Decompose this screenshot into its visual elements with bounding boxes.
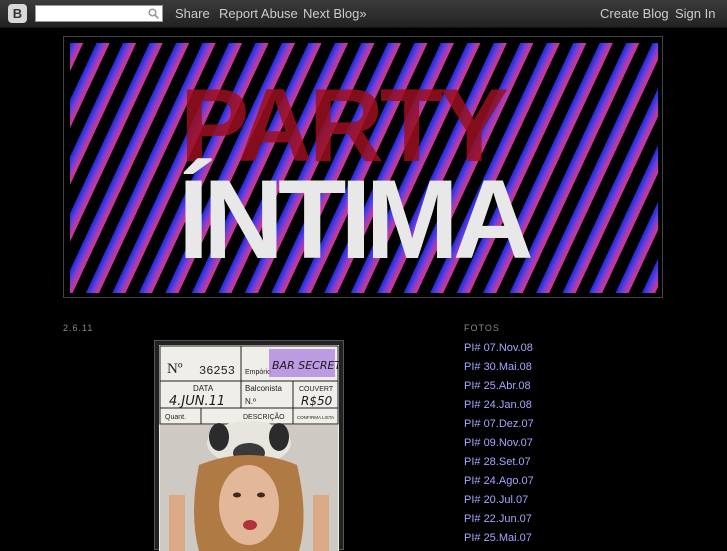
ticket-venue-label: Empório	[245, 369, 271, 376]
ticket-no-short-label: N.º	[245, 397, 256, 406]
sidebar-link[interactable]: PI# 28.Set.07	[464, 455, 534, 474]
search-icon[interactable]	[148, 8, 159, 19]
post-date-header: 2.6.11	[63, 323, 94, 333]
ticket-number: 36253	[199, 364, 235, 378]
ticket-couvert-label: COUVERT	[299, 386, 334, 393]
header-banner-image[interactable]: PARTY ÍNTIMA	[70, 43, 658, 293]
sidebar-link[interactable]: PI# 09.Nov.07	[464, 436, 534, 455]
sidebar-fotos-list: PI# 07.Nov.08 PI# 30.Mai.08 PI# 25.Abr.0…	[464, 341, 534, 550]
blogger-navbar: B Share Report Abuse Next Blog» Create B…	[0, 0, 727, 28]
ticket-quant-label: Quant.	[165, 414, 186, 421]
sidebar-link[interactable]: PI# 25.Abr.08	[464, 379, 534, 398]
ticket-descricao-label: DESCRIÇÃO	[243, 412, 285, 421]
sidebar-link[interactable]: PI# 30.Mai.08	[464, 360, 534, 379]
sidebar-link[interactable]: PI# 24.Jan.08	[464, 398, 534, 417]
create-blog-link[interactable]: Create Blog	[600, 6, 669, 21]
post-image-frame[interactable]: Nº 36253 Empório BAR SECRETO DATA 4.JUN.…	[154, 340, 344, 551]
sign-in-link[interactable]: Sign In	[675, 6, 715, 21]
sidebar-link[interactable]: PI# 07.Dez.07	[464, 417, 534, 436]
party-flyer-image[interactable]: Nº 36253 Empório BAR SECRETO DATA 4.JUN.…	[159, 345, 339, 551]
ticket-no-label: Nº	[167, 361, 183, 377]
sidebar-link[interactable]: PI# 20.Jul.07	[464, 493, 534, 512]
report-abuse-link[interactable]: Report Abuse	[219, 6, 298, 21]
blog-header[interactable]: PARTY ÍNTIMA	[63, 36, 663, 298]
header-title-bottom: ÍNTIMA	[178, 157, 531, 282]
ticket-date-value: 4.JUN.11	[169, 394, 225, 409]
blogger-logo-letter: B	[12, 6, 23, 21]
ticket-lista-label: CONFIRMA LISTA	[297, 415, 334, 420]
sidebar-fotos-title: FOTOS	[464, 323, 500, 333]
sidebar-link[interactable]: PI# 22.Jun.07	[464, 512, 534, 531]
ticket-couvert-value: R$50	[301, 394, 333, 408]
sidebar-link[interactable]: PI# 24.Ago.07	[464, 474, 534, 493]
sidebar-link[interactable]: PI# 25.Mai.07	[464, 531, 534, 550]
next-blog-link[interactable]: Next Blog»	[303, 6, 367, 21]
ticket-balconista-label: Balconista	[245, 384, 282, 393]
share-link[interactable]: Share	[175, 6, 210, 21]
sidebar-link[interactable]: PI# 07.Nov.08	[464, 341, 534, 360]
search-input[interactable]	[35, 5, 163, 22]
ticket-data-label: DATA	[193, 384, 214, 393]
blogger-logo-icon[interactable]: B	[8, 4, 27, 23]
bar-secreto-stamp: BAR SECRETO	[272, 359, 339, 372]
